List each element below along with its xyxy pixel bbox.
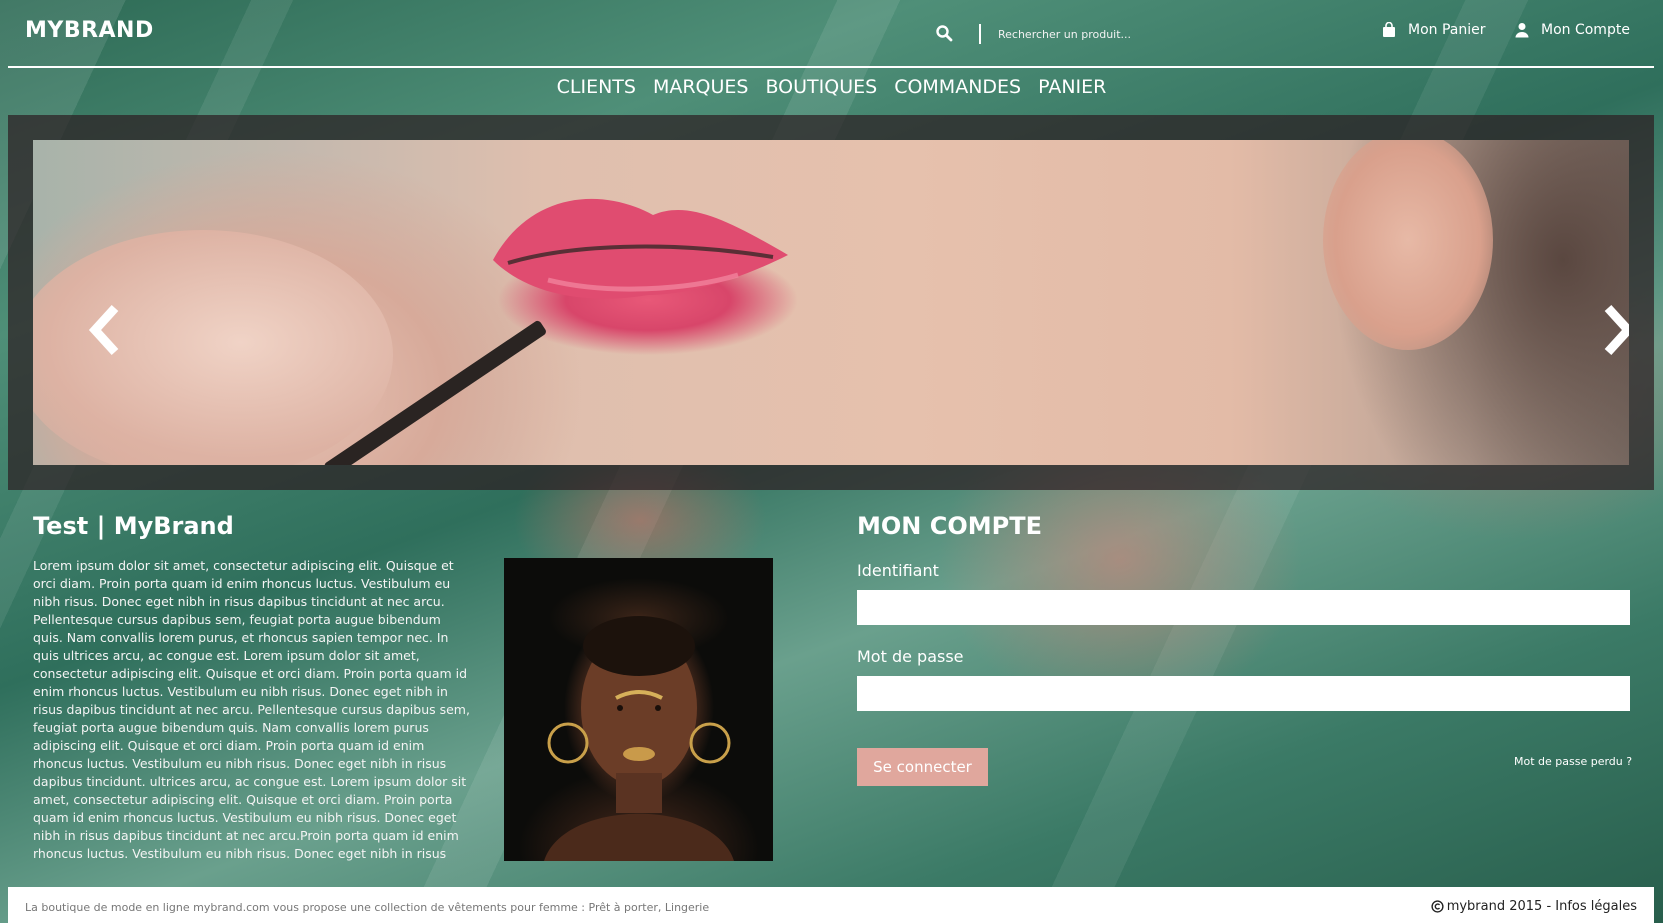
site-header: MYBRAND Mon Panier Mon Compte: [0, 0, 1663, 68]
nav-item-clients[interactable]: CLIENTS: [557, 76, 636, 98]
user-icon: [1515, 23, 1529, 38]
slide-lips-shape: [493, 198, 788, 299]
slide-ear-shape: [1323, 140, 1493, 350]
chevron-right-icon[interactable]: [1598, 302, 1629, 358]
nav-item-boutiques[interactable]: BOUTIQUES: [765, 76, 877, 98]
copyright-icon: [1431, 900, 1444, 913]
portrait-figure: [544, 616, 734, 861]
nav-item-marques[interactable]: MARQUES: [653, 76, 749, 98]
nav-item-panier[interactable]: PANIER: [1038, 76, 1106, 98]
hero-carousel: [8, 115, 1654, 490]
chevron-left-icon[interactable]: [85, 302, 125, 358]
header-divider: [8, 66, 1654, 68]
cart-link[interactable]: Mon Panier: [1382, 22, 1486, 38]
main-nav: CLIENTS MARQUES BOUTIQUES COMMANDES PANI…: [0, 76, 1663, 98]
about-text: Lorem ipsum dolor sit amet, consectetur …: [33, 558, 470, 861]
login-title: MON COMPTE: [857, 512, 1042, 540]
footer-copyright[interactable]: mybrand 2015 - Infos légales: [1431, 899, 1637, 914]
search-icon[interactable]: [935, 24, 953, 42]
site-footer: La boutique de mode en ligne mybrand.com…: [8, 887, 1654, 923]
portrait-image: [504, 558, 773, 861]
carousel-slide-image: [33, 140, 1629, 465]
password-field[interactable]: [857, 676, 1630, 711]
forgot-password-link[interactable]: Mot de passe perdu ?: [1514, 755, 1632, 768]
shopping-bag-icon: [1383, 22, 1395, 37]
copyright-text: mybrand 2015 - Infos légales: [1446, 899, 1637, 914]
footer-description: La boutique de mode en ligne mybrand.com…: [25, 901, 710, 914]
identifier-label: Identifiant: [857, 561, 939, 580]
search-input[interactable]: [990, 21, 1220, 47]
identifier-field[interactable]: [857, 590, 1630, 625]
search-divider: [979, 24, 981, 44]
about-title: Test | MyBrand: [33, 512, 234, 540]
login-button[interactable]: Se connecter: [857, 748, 988, 786]
password-label: Mot de passe: [857, 647, 964, 666]
nav-item-commandes[interactable]: COMMANDES: [894, 76, 1021, 98]
brand-logo[interactable]: MYBRAND: [25, 18, 154, 43]
account-label: Mon Compte: [1541, 22, 1630, 38]
account-link[interactable]: Mon Compte: [1515, 22, 1630, 38]
cart-label: Mon Panier: [1408, 22, 1486, 38]
